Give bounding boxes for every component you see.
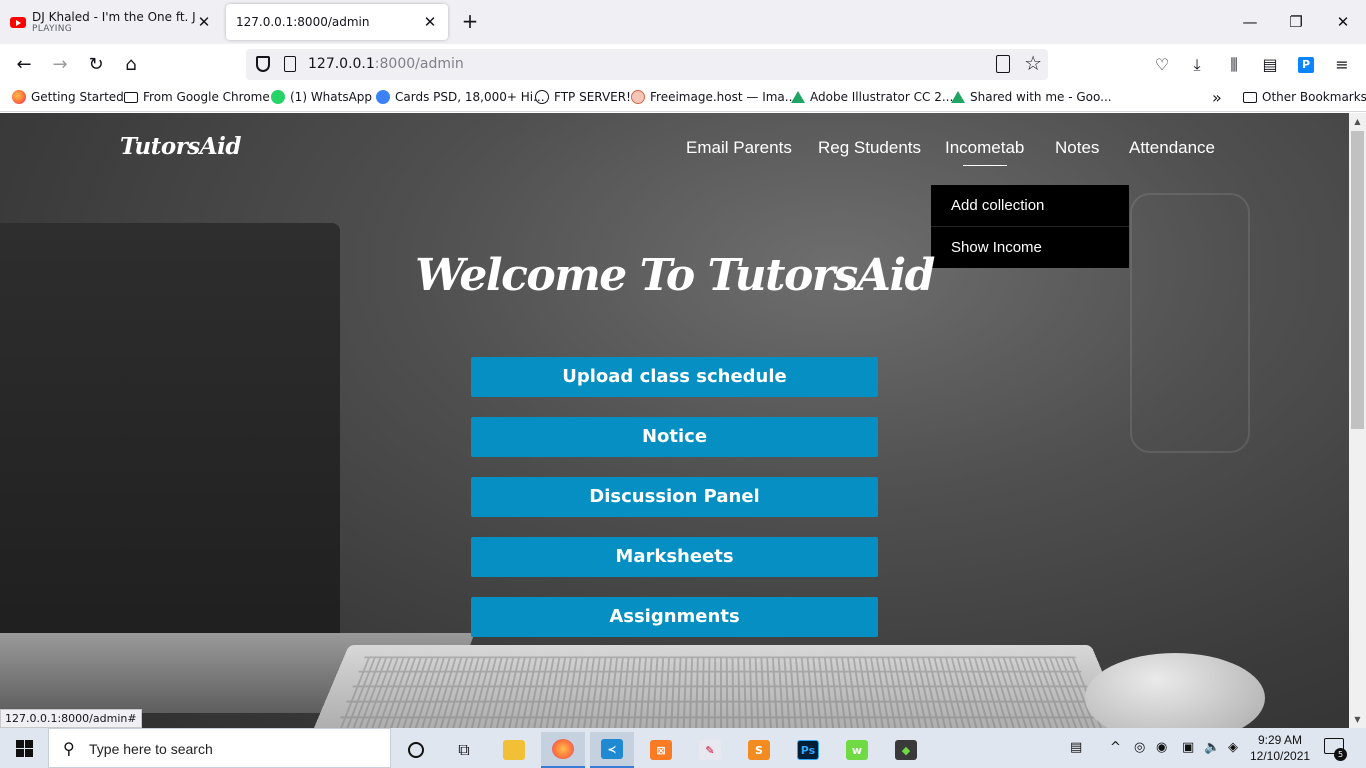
address-bar[interactable]: 127.0.0.1:8000/admin ☆ [246, 49, 1048, 80]
clock-date: 12/10/2021 [1250, 749, 1311, 763]
menu-icon[interactable]: ≡ [1330, 52, 1354, 78]
globe-icon [535, 90, 549, 104]
paint-icon[interactable]: ✎ [688, 732, 732, 768]
firefox-taskbar-icon[interactable] [541, 732, 585, 768]
freeimage-icon [631, 90, 645, 104]
url-text[interactable]: 127.0.0.1:8000/admin [308, 56, 464, 72]
nav-reg-students[interactable]: Reg Students [818, 138, 921, 158]
library-icon[interactable]: ⫼ [1222, 52, 1246, 78]
site-logo[interactable]: TutorsAid [120, 133, 241, 160]
network-icon[interactable]: ▣ [1182, 740, 1194, 755]
chevron-more-icon[interactable]: » [1212, 88, 1222, 107]
close-window-icon[interactable]: ✕ [1331, 10, 1355, 34]
clock-time: 9:29 AM [1257, 733, 1303, 747]
bookmark-freeimage[interactable]: Freeimage.host — Ima... [631, 90, 796, 104]
whatsapp-icon [271, 90, 285, 104]
google-drive-icon [791, 91, 805, 103]
reload-icon[interactable]: ↻ [83, 52, 109, 78]
back-icon[interactable]: ← [11, 52, 37, 78]
tab-playing-label: PLAYING [32, 24, 73, 34]
nav-incometab[interactable]: Incometab [945, 138, 1024, 158]
google-drive-icon [951, 91, 965, 103]
scroll-down-icon[interactable]: ▼ [1349, 711, 1366, 728]
bookmark-star-icon[interactable]: ☆ [1024, 51, 1042, 75]
upload-class-schedule-button[interactable]: Upload class schedule [471, 357, 878, 397]
close-tab-icon[interactable]: ✕ [196, 13, 212, 31]
pocket-icon[interactable]: ♡ [1150, 52, 1174, 78]
bookmark-ftp-server[interactable]: FTP SERVER! [535, 90, 631, 104]
git-kraken-icon[interactable]: ◆ [884, 732, 928, 768]
vscode-icon[interactable]: ≺ [590, 732, 634, 768]
windows-taskbar: ⚲ Type here to search ⧉ ≺ ⊠ ✎ S Ps w ◆ ▤… [0, 728, 1366, 768]
folder-icon [124, 91, 138, 103]
status-url-tooltip: 127.0.0.1:8000/admin# [0, 709, 142, 728]
bookmark-adobe-illustrator[interactable]: Adobe Illustrator CC 2... [791, 90, 953, 104]
bookmark-shared-with-me[interactable]: Shared with me - Goo... [951, 90, 1112, 104]
nav-notes[interactable]: Notes [1055, 138, 1099, 158]
dropbox-icon[interactable]: ◈ [1228, 740, 1238, 755]
new-tab-button[interactable]: + [458, 10, 482, 34]
card-icon [376, 90, 390, 104]
notice-button[interactable]: Notice [471, 417, 878, 457]
cortana-icon[interactable] [394, 732, 438, 768]
file-explorer-icon[interactable] [492, 732, 536, 768]
page-info-icon[interactable] [284, 56, 296, 72]
windows-start-icon[interactable] [16, 740, 33, 757]
tracking-shield-icon[interactable] [256, 56, 270, 72]
nav-attendance[interactable]: Attendance [1129, 138, 1215, 158]
tab-strip: DJ Khaled - I'm the One ft. Justi PLAYIN… [0, 0, 1366, 44]
welcome-heading: Welcome To TutorsAid [415, 250, 935, 301]
clock[interactable]: 9:29 AM 12/10/2021 [1250, 732, 1310, 764]
discussion-panel-button[interactable]: Discussion Panel [471, 477, 878, 517]
close-tab-icon[interactable]: ✕ [422, 13, 438, 31]
background-mouse [1085, 653, 1265, 728]
taskbar-search-box[interactable]: ⚲ Type here to search [48, 728, 391, 768]
scrollbar-thumb[interactable] [1351, 131, 1364, 429]
minimize-icon[interactable]: — [1238, 10, 1262, 34]
folder-icon [1243, 91, 1257, 103]
firefox-icon [12, 90, 26, 104]
task-view-icon[interactable]: ⧉ [442, 732, 486, 768]
bookmark-whatsapp[interactable]: (1) WhatsApp [271, 90, 372, 104]
search-placeholder: Type here to search [89, 741, 213, 757]
tab-youtube[interactable]: DJ Khaled - I'm the One ft. Justi PLAYIN… [0, 4, 222, 40]
tab-admin[interactable]: 127.0.0.1:8000/admin ✕ [226, 4, 448, 40]
other-bookmarks[interactable]: Other Bookmarks [1243, 90, 1366, 104]
upwork-icon[interactable]: w [835, 732, 879, 768]
volume-icon[interactable]: 🔈 [1204, 740, 1220, 755]
tray-chevron-up-icon[interactable]: ^ [1110, 740, 1121, 755]
xampp-icon[interactable]: ⊠ [639, 732, 683, 768]
restore-icon[interactable]: ❐ [1284, 10, 1308, 34]
tab-title: DJ Khaled - I'm the One ft. Justi [32, 10, 196, 24]
background-keyboard-keys [334, 656, 1106, 728]
marksheets-button[interactable]: Marksheets [471, 537, 878, 577]
forward-icon[interactable]: → [47, 52, 73, 78]
youtube-icon [10, 16, 26, 28]
active-nav-underline [963, 165, 1007, 166]
sidebar-icon[interactable]: ▤ [1258, 52, 1282, 78]
news-icon[interactable]: ▤ [1070, 740, 1082, 755]
photoshop-icon[interactable]: Ps [786, 732, 830, 768]
tab-title: 127.0.0.1:8000/admin [236, 15, 370, 29]
bookmark-from-google-chrome[interactable]: From Google Chrome [124, 90, 270, 104]
scroll-up-icon[interactable]: ▲ [1349, 113, 1366, 130]
page-content: TutorsAid Email Parents Reg Students Inc… [0, 113, 1349, 728]
bookmark-getting-started[interactable]: Getting Started [12, 90, 124, 104]
dropdown-add-collection[interactable]: Add collection [931, 185, 1129, 226]
home-icon[interactable]: ⌂ [118, 52, 144, 78]
reader-view-icon[interactable] [996, 55, 1010, 73]
meet-now-icon[interactable]: ◎ [1134, 740, 1145, 755]
extension-p-icon[interactable]: P [1298, 57, 1314, 73]
tray-app-icon[interactable]: ◉ [1156, 740, 1167, 755]
bookmark-cards-psd[interactable]: Cards PSD, 18,000+ Hi... [376, 90, 545, 104]
background-glass [1130, 193, 1250, 453]
downloads-icon[interactable]: ⤓ [1185, 52, 1209, 78]
sublime-text-icon[interactable]: S [737, 732, 781, 768]
notification-count-badge: 5 [1334, 748, 1347, 761]
bookmarks-bar: Getting Started From Google Chrome (1) W… [0, 86, 1366, 112]
assignments-button[interactable]: Assignments [471, 597, 878, 637]
navigation-bar: ← → ↻ ⌂ 127.0.0.1:8000/admin ☆ ♡ ⤓ ⫼ ▤ P… [0, 44, 1366, 86]
search-icon: ⚲ [63, 739, 75, 758]
nav-email-parents[interactable]: Email Parents [686, 138, 792, 158]
